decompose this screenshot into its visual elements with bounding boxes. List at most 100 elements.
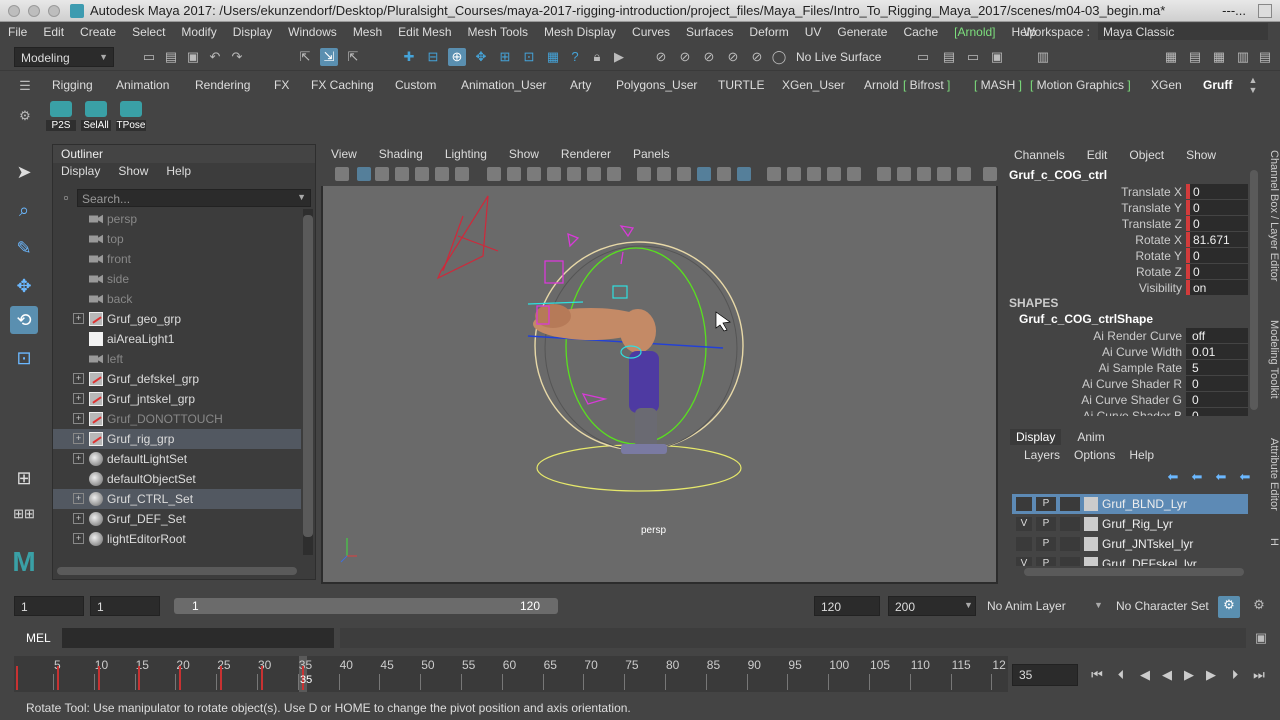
- channel-value[interactable]: 0: [1186, 216, 1248, 231]
- outliner-hscroll[interactable]: [57, 567, 297, 575]
- keyframe-marker[interactable]: [97, 666, 100, 690]
- snap-curve-icon[interactable]: ⊟: [424, 48, 442, 66]
- step-back-frame-icon[interactable]: ◀: [1136, 667, 1154, 683]
- menu-modify[interactable]: Modify: [173, 25, 224, 39]
- outliner-row[interactable]: side: [53, 269, 301, 289]
- viewport-toolbar-icon[interactable]: [657, 167, 671, 181]
- channel-value[interactable]: 0: [1186, 184, 1248, 199]
- layer-visibility-toggle[interactable]: [1016, 537, 1032, 551]
- shelf-tab-bifrost[interactable]: [ Bifrost ]: [903, 78, 950, 92]
- shape-attr-row[interactable]: Ai Curve Shader G 0: [1004, 392, 1250, 408]
- snap-together-icon[interactable]: ⊘: [676, 48, 694, 66]
- viewport-toolbar-icon[interactable]: [455, 167, 469, 181]
- outliner-row[interactable]: front: [53, 249, 301, 269]
- command-input[interactable]: [62, 628, 334, 648]
- shelf-tab-fx[interactable]: FX: [274, 78, 289, 92]
- layer-display-type-toggle[interactable]: [1060, 517, 1080, 531]
- viewport-toolbar-icon[interactable]: [917, 167, 931, 181]
- modeling-toolkit-icon[interactable]: ▦: [1162, 48, 1180, 66]
- viewport-toolbar-icon[interactable]: [527, 167, 541, 181]
- outliner-row[interactable]: + defaultLightSet: [53, 449, 301, 469]
- layer-playback-toggle[interactable]: P: [1036, 497, 1056, 511]
- viewport-toolbar-icon[interactable]: [357, 167, 371, 181]
- tool-settings-icon[interactable]: ▦: [1210, 48, 1228, 66]
- viewport-toolbar-icon[interactable]: [697, 167, 711, 181]
- outliner-row[interactable]: persp: [53, 209, 301, 229]
- expand-icon[interactable]: +: [73, 373, 84, 384]
- layer-visibility-toggle[interactable]: V: [1016, 517, 1032, 531]
- outliner-row[interactable]: + Gruf_defskel_grp: [53, 369, 301, 389]
- menu-display[interactable]: Display: [225, 25, 280, 39]
- redo-icon[interactable]: ↷: [228, 48, 246, 66]
- shelf-tab-polygons-user[interactable]: Polygons_User: [616, 78, 697, 92]
- shelf-tab-custom[interactable]: Custom: [395, 78, 436, 92]
- menu-surfaces[interactable]: Surfaces: [678, 25, 741, 39]
- viewport-toolbar-icon[interactable]: [637, 167, 651, 181]
- fullscreen-icon[interactable]: [1258, 4, 1272, 18]
- paint-select-tool-icon[interactable]: ✎: [10, 234, 38, 262]
- shelf-tab-arnold[interactable]: Arnold: [864, 78, 899, 92]
- shape-attr-value[interactable]: 5: [1186, 360, 1248, 375]
- render-icon[interactable]: ?: [566, 48, 584, 66]
- viewport-toolbar-icon[interactable]: [567, 167, 581, 181]
- shelf-scroll-down-icon[interactable]: ▼: [1244, 81, 1262, 99]
- shelf-button-tpose[interactable]: TPose: [116, 101, 146, 131]
- outliner-row[interactable]: top: [53, 229, 301, 249]
- channel-row[interactable]: Rotate Z 0: [1004, 264, 1250, 280]
- layer-menu-options[interactable]: Options: [1074, 448, 1115, 462]
- layer-color-swatch[interactable]: [1084, 517, 1098, 531]
- zoom-window-button[interactable]: [48, 5, 60, 17]
- menu-generate[interactable]: Generate: [829, 25, 895, 39]
- make-live-icon[interactable]: ⊡: [520, 48, 538, 66]
- move-tool-icon[interactable]: ✥: [10, 272, 38, 300]
- channel-menu-show[interactable]: Show: [1186, 148, 1216, 162]
- viewport-scene[interactable]: [323, 186, 996, 582]
- search-options-chevron-icon[interactable]: ▼: [297, 192, 306, 202]
- expand-icon[interactable]: +: [73, 413, 84, 424]
- channel-value[interactable]: on: [1186, 280, 1248, 295]
- shape-attr-row[interactable]: Ai Curve Shader R 0: [1004, 376, 1250, 392]
- expand-icon[interactable]: +: [73, 533, 84, 544]
- channel-value[interactable]: 81.671: [1186, 232, 1248, 247]
- lasso-tool-icon[interactable]: ⌕: [10, 196, 38, 224]
- shelf-menu-icon[interactable]: ☰: [16, 77, 34, 95]
- new-scene-icon[interactable]: ▭: [140, 48, 158, 66]
- shelf-button-selall[interactable]: SelAll: [81, 101, 111, 131]
- layer-hscroll[interactable]: [1024, 568, 1244, 576]
- viewport-toolbar-icon[interactable]: [827, 167, 841, 181]
- channel-menu-channels[interactable]: Channels: [1014, 148, 1065, 162]
- expand-icon[interactable]: +: [73, 433, 84, 444]
- play-backwards-icon[interactable]: ◀: [1158, 667, 1176, 683]
- layer-menu-layers[interactable]: Layers: [1024, 448, 1060, 462]
- keyframe-marker[interactable]: [16, 666, 18, 690]
- layer-playback-toggle[interactable]: P: [1036, 537, 1056, 551]
- keyframe-marker[interactable]: [220, 666, 222, 690]
- shelf-tab-rendering[interactable]: Rendering: [195, 78, 250, 92]
- render-view-icon[interactable]: ▤: [940, 48, 958, 66]
- outliner-row[interactable]: back: [53, 289, 301, 309]
- viewport-toolbar-icon[interactable]: [415, 167, 429, 181]
- viewport-toolbar-icon[interactable]: [847, 167, 861, 181]
- layout-quad-icon[interactable]: ⊞⊞: [10, 500, 38, 528]
- shelf-tab-animation[interactable]: Animation: [116, 78, 169, 92]
- viewport-toolbar-icon[interactable]: [957, 167, 971, 181]
- live-surface-icon[interactable]: ◯: [770, 48, 788, 66]
- layer-row[interactable]: V P Gruf_Rig_Lyr: [1012, 514, 1248, 534]
- play-forwards-icon[interactable]: ▶: [1180, 667, 1198, 683]
- keyframe-marker[interactable]: [56, 666, 59, 690]
- character-set-label[interactable]: No Character Set: [1116, 599, 1209, 613]
- shelf-tab-motion-graphics[interactable]: [ Motion Graphics ]: [1030, 78, 1131, 92]
- outliner-row[interactable]: + Gruf_rig_grp: [53, 429, 301, 449]
- side-tab-channel-box-layer-editor[interactable]: Channel Box / Layer Editor: [1264, 150, 1280, 281]
- expand-icon[interactable]: +: [73, 393, 84, 404]
- outliner-row[interactable]: aiAreaLight1: [53, 329, 301, 349]
- shape-attr-row[interactable]: Ai Render Curve off: [1004, 328, 1250, 344]
- side-tab-attribute-editor[interactable]: Attribute Editor: [1264, 438, 1280, 511]
- channel-value[interactable]: 0: [1186, 264, 1248, 279]
- anim-end-field[interactable]: 200: [888, 596, 976, 616]
- workspace-dropdown[interactable]: Maya Classic: [1098, 23, 1268, 40]
- undo-icon[interactable]: ↶: [206, 48, 224, 66]
- viewport-toolbar-icon[interactable]: [877, 167, 891, 181]
- shelf-tab-xgen[interactable]: XGen: [1151, 78, 1182, 92]
- layer-row[interactable]: V P Gruf_DEFskel_lyr: [1012, 554, 1248, 566]
